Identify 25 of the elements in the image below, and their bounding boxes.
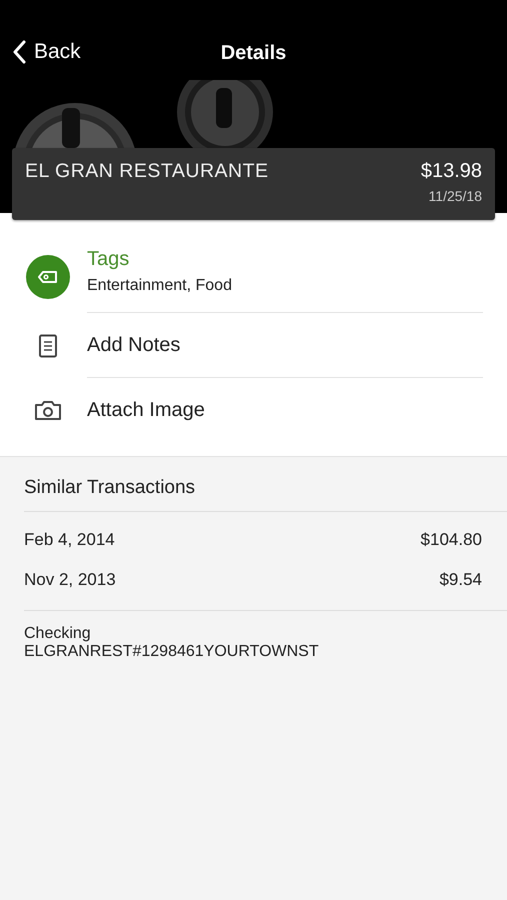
action-row[interactable]: Add Notes [0, 313, 507, 378]
action-label: Attach Image [87, 398, 206, 422]
action-row[interactable]: Tags Entertainment, Food [0, 240, 507, 313]
section-heading: Similar Transactions [24, 477, 196, 498]
document-icon [38, 334, 58, 358]
transaction-date: 11/25/18 [428, 188, 482, 204]
transaction-amount: $104.80 [420, 530, 482, 550]
action-label: Tags [87, 248, 130, 270]
account-name: Checking [24, 625, 92, 643]
action-label: Add Notes [87, 334, 182, 356]
merchant-name: EL GRAN RESTAURANTE [25, 160, 269, 184]
transaction-row[interactable]: Feb 4, 2014 $104.80 [24, 530, 482, 550]
account-description: ELGRANREST#1298461YOURTOWNST [24, 643, 320, 661]
back-button[interactable]: Back [12, 40, 81, 64]
transaction-row[interactable]: Nov 2, 2013 $9.54 [24, 570, 482, 590]
camera-icon [34, 399, 62, 421]
screen-title: Details [220, 42, 286, 64]
transaction-amount: $13.98 [420, 160, 482, 183]
transaction-date: Nov 2, 2013 [24, 570, 116, 590]
tag-icon [26, 254, 70, 298]
action-row[interactable]: Attach Image [0, 378, 507, 442]
chevron-left-icon [12, 40, 26, 64]
tag-list: Entertainment, Food [87, 276, 483, 304]
transaction-amount: $9.54 [439, 570, 482, 590]
transaction-date: Feb 4, 2014 [24, 530, 115, 550]
